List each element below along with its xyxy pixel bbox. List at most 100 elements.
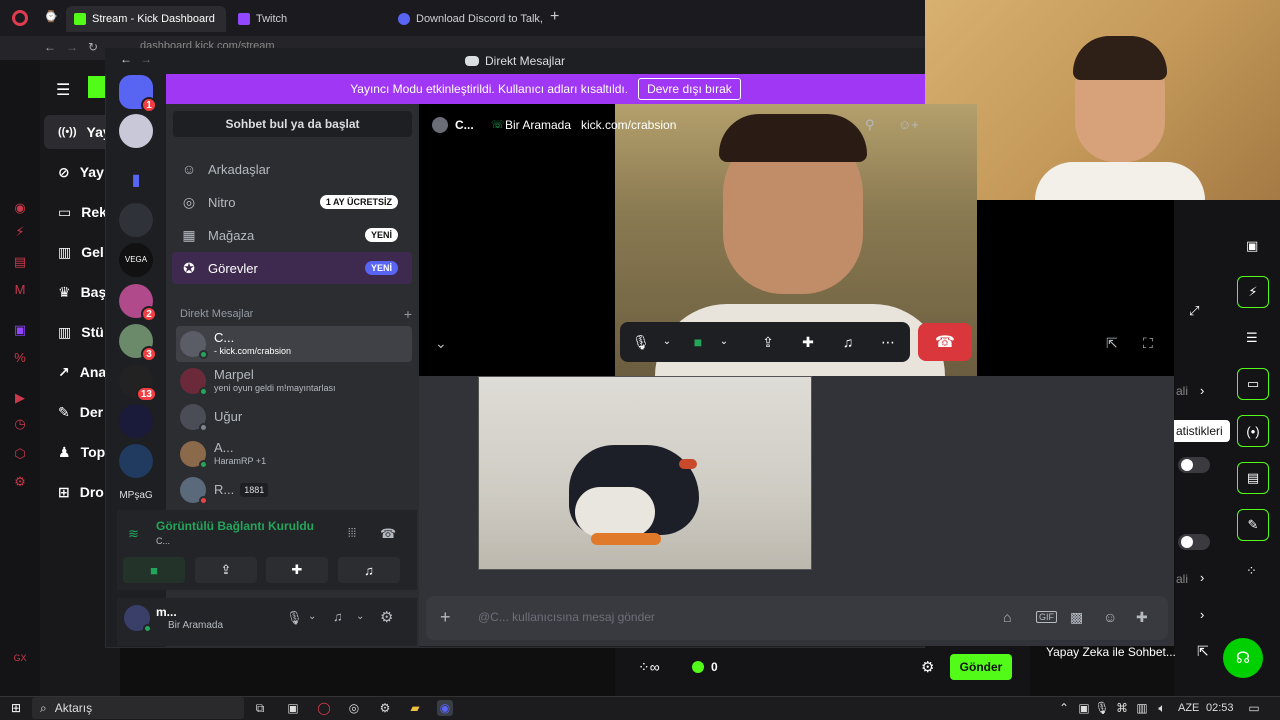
dm-item[interactable]: Marpel yeni oyun geldi m!mayıntarlası [176, 363, 412, 399]
layout-button[interactable]: ▤ [1237, 462, 1269, 494]
find-conversation-button[interactable]: Sohbet bul ya da başlat [173, 111, 412, 137]
chevron-right-icon[interactable]: › [1200, 383, 1204, 398]
sidebar-gx-icon[interactable]: GX [12, 650, 28, 666]
discord-taskbar-icon[interactable]: ◉ [437, 700, 453, 716]
collapse-icon[interactable]: ⌄ [435, 335, 447, 352]
dm-item[interactable]: R... 1881 [176, 472, 412, 508]
sidebar-percent-icon[interactable]: % [12, 350, 28, 366]
broadcast-button[interactable]: (•) [1237, 415, 1269, 447]
apps-icon[interactable]: ✚ [1136, 609, 1148, 626]
wrench-button[interactable]: ✎ [1237, 509, 1269, 541]
tray-icon[interactable]: ⌘ [1114, 700, 1130, 716]
disable-streamer-mode-button[interactable]: Devre dışı bırak [638, 78, 741, 100]
fullscreen-icon[interactable]: ⛶ [1143, 335, 1153, 352]
kick-nav-stream[interactable]: ((•)) Yay [44, 115, 114, 149]
sidebar-box-icon[interactable]: ⬡ [12, 446, 28, 462]
new-tab-button[interactable]: + [550, 8, 559, 26]
external-link-icon[interactable]: ⇱ [1197, 643, 1209, 660]
back-icon[interactable]: ← [120, 52, 132, 66]
steam-icon[interactable]: ⚙ [377, 700, 393, 716]
sidebar-clock-icon[interactable]: ◷ [12, 416, 28, 432]
activities-icon[interactable]: ✚ [797, 333, 819, 351]
sidebar-messenger-icon[interactable]: ◉ [12, 200, 28, 216]
apps-icon[interactable]: ⁘ [1246, 563, 1257, 579]
server-icon[interactable]: 3 [119, 324, 157, 362]
gif-icon[interactable]: GIF [1036, 611, 1057, 623]
reload-icon[interactable]: ↻ [88, 40, 98, 54]
toggle-switch[interactable] [1178, 534, 1210, 550]
clock[interactable]: 02:53 [1206, 702, 1234, 714]
menu-icon[interactable]: ☰ [56, 80, 70, 100]
microphone-icon[interactable]: 🎙︎ [630, 333, 652, 351]
kick-nav-item[interactable]: ✎ Der [44, 395, 114, 429]
kick-nav-item[interactable]: ↗ Ana [44, 355, 114, 389]
popout-icon[interactable]: ⇱ [1106, 335, 1118, 352]
start-icon[interactable]: ⊞ [8, 700, 24, 716]
message-input[interactable]: @C... kullanıcısına mesaj gönder [478, 610, 655, 624]
activities-button[interactable]: ✚ [266, 557, 328, 583]
back-icon[interactable]: ← [44, 40, 56, 54]
nav-nitro[interactable]: ◎ Nitro 1 AY ÜCRETSİZ [172, 186, 412, 218]
kick-nav-item[interactable]: ▭ Rek [44, 195, 114, 229]
sidebar-wallet-icon[interactable]: ▤ [12, 254, 28, 270]
tray-volume-icon[interactable]: 🔈︎ [1154, 700, 1170, 716]
panel-toggle-icon[interactable]: ▣ [1246, 238, 1258, 254]
support-button[interactable]: ☊ [1223, 638, 1263, 678]
dm-item[interactable]: C... - kick.com/crabsion [176, 326, 412, 362]
chat-settings-icon[interactable]: ⚙ [921, 658, 934, 676]
emote-icon[interactable]: ⁘∞ [638, 659, 660, 676]
app-icon[interactable]: ▣ [285, 700, 301, 716]
chevron-down-icon[interactable]: ⌄ [713, 333, 735, 351]
hang-up-button[interactable]: ☎ [918, 323, 972, 361]
tray-mic-icon[interactable]: 🎙︎ [1094, 700, 1110, 716]
sidebar-music-icon[interactable]: M [12, 282, 28, 298]
sidebar-settings-icon[interactable]: ⚙ [12, 474, 28, 490]
kick-nav-item[interactable]: ⊞ Dro [44, 475, 114, 509]
history-icon[interactable]: ⌚ [44, 10, 58, 24]
kick-nav-item[interactable]: ▥ Gel [44, 235, 114, 269]
server-icon[interactable] [119, 203, 153, 237]
folder-icon[interactable]: ▰ [407, 700, 423, 716]
server-mpsag[interactable]: MPşaG [119, 490, 153, 510]
sidebar-play-icon[interactable]: ▶ [12, 390, 28, 406]
expand-icon[interactable]: ⤢ [1189, 303, 1199, 319]
lightning-button[interactable]: ⚡ [1237, 276, 1269, 308]
sidebar-twitch-icon[interactable]: ▣ [12, 322, 28, 338]
keyboard-language[interactable]: AZE [1178, 702, 1199, 714]
add-friend-icon[interactable]: ☺+ [898, 117, 919, 132]
tray-icon[interactable]: ▣ [1076, 700, 1092, 716]
server-icon[interactable]: 2 [119, 284, 157, 322]
server-icon[interactable]: 13 [119, 364, 157, 402]
chevron-down-icon[interactable]: ⌄ [308, 611, 316, 622]
kick-nav-item[interactable]: ▥ Stü [44, 315, 114, 349]
server-icon[interactable] [119, 444, 153, 478]
tab-kick-dashboard[interactable]: Stream - Kick Dashboard [66, 6, 226, 32]
voice-waveform-icon[interactable]: ⦙⦙⦙ [348, 526, 356, 541]
tray-network-icon[interactable]: ▥ [1134, 700, 1150, 716]
tab-discord-download[interactable]: Download Discord to Talk, [390, 6, 542, 32]
disconnect-icon[interactable]: ☎ [380, 526, 396, 542]
user-avatar[interactable] [124, 605, 152, 633]
send-chat-button[interactable]: Gönder [950, 654, 1012, 680]
task-view-icon[interactable]: ⧉ [252, 700, 268, 716]
more-options-icon[interactable]: ⋯ [877, 333, 899, 351]
discord-home-button[interactable]: 1 [119, 75, 157, 113]
nav-friends[interactable]: ☺ Arkadaşlar [172, 153, 412, 185]
server-icon[interactable] [119, 114, 153, 148]
gif-attachment[interactable] [478, 376, 812, 570]
server-vega[interactable]: VEGA [119, 243, 153, 277]
pin-icon[interactable]: ⚲ [865, 117, 875, 133]
user-settings-icon[interactable]: ⚙ [380, 608, 393, 626]
dm-item[interactable]: Uğur [176, 399, 412, 435]
upload-icon[interactable]: + [440, 607, 451, 628]
chevron-right-icon[interactable]: › [1200, 607, 1204, 622]
tab-twitch[interactable]: Twitch [230, 6, 390, 32]
chevron-right-icon[interactable]: › [1200, 570, 1204, 585]
kick-nav-item[interactable]: ♛ Baş [44, 275, 114, 309]
opera-logo-icon[interactable] [12, 10, 28, 26]
folder-icon[interactable]: ▮ [119, 163, 153, 197]
dm-item[interactable]: A... HaramRP +1 [176, 436, 412, 472]
new-dm-button[interactable]: + [404, 307, 412, 322]
notification-icon[interactable]: ▭ [1246, 700, 1262, 716]
app-icon[interactable]: ◎ [346, 700, 362, 716]
